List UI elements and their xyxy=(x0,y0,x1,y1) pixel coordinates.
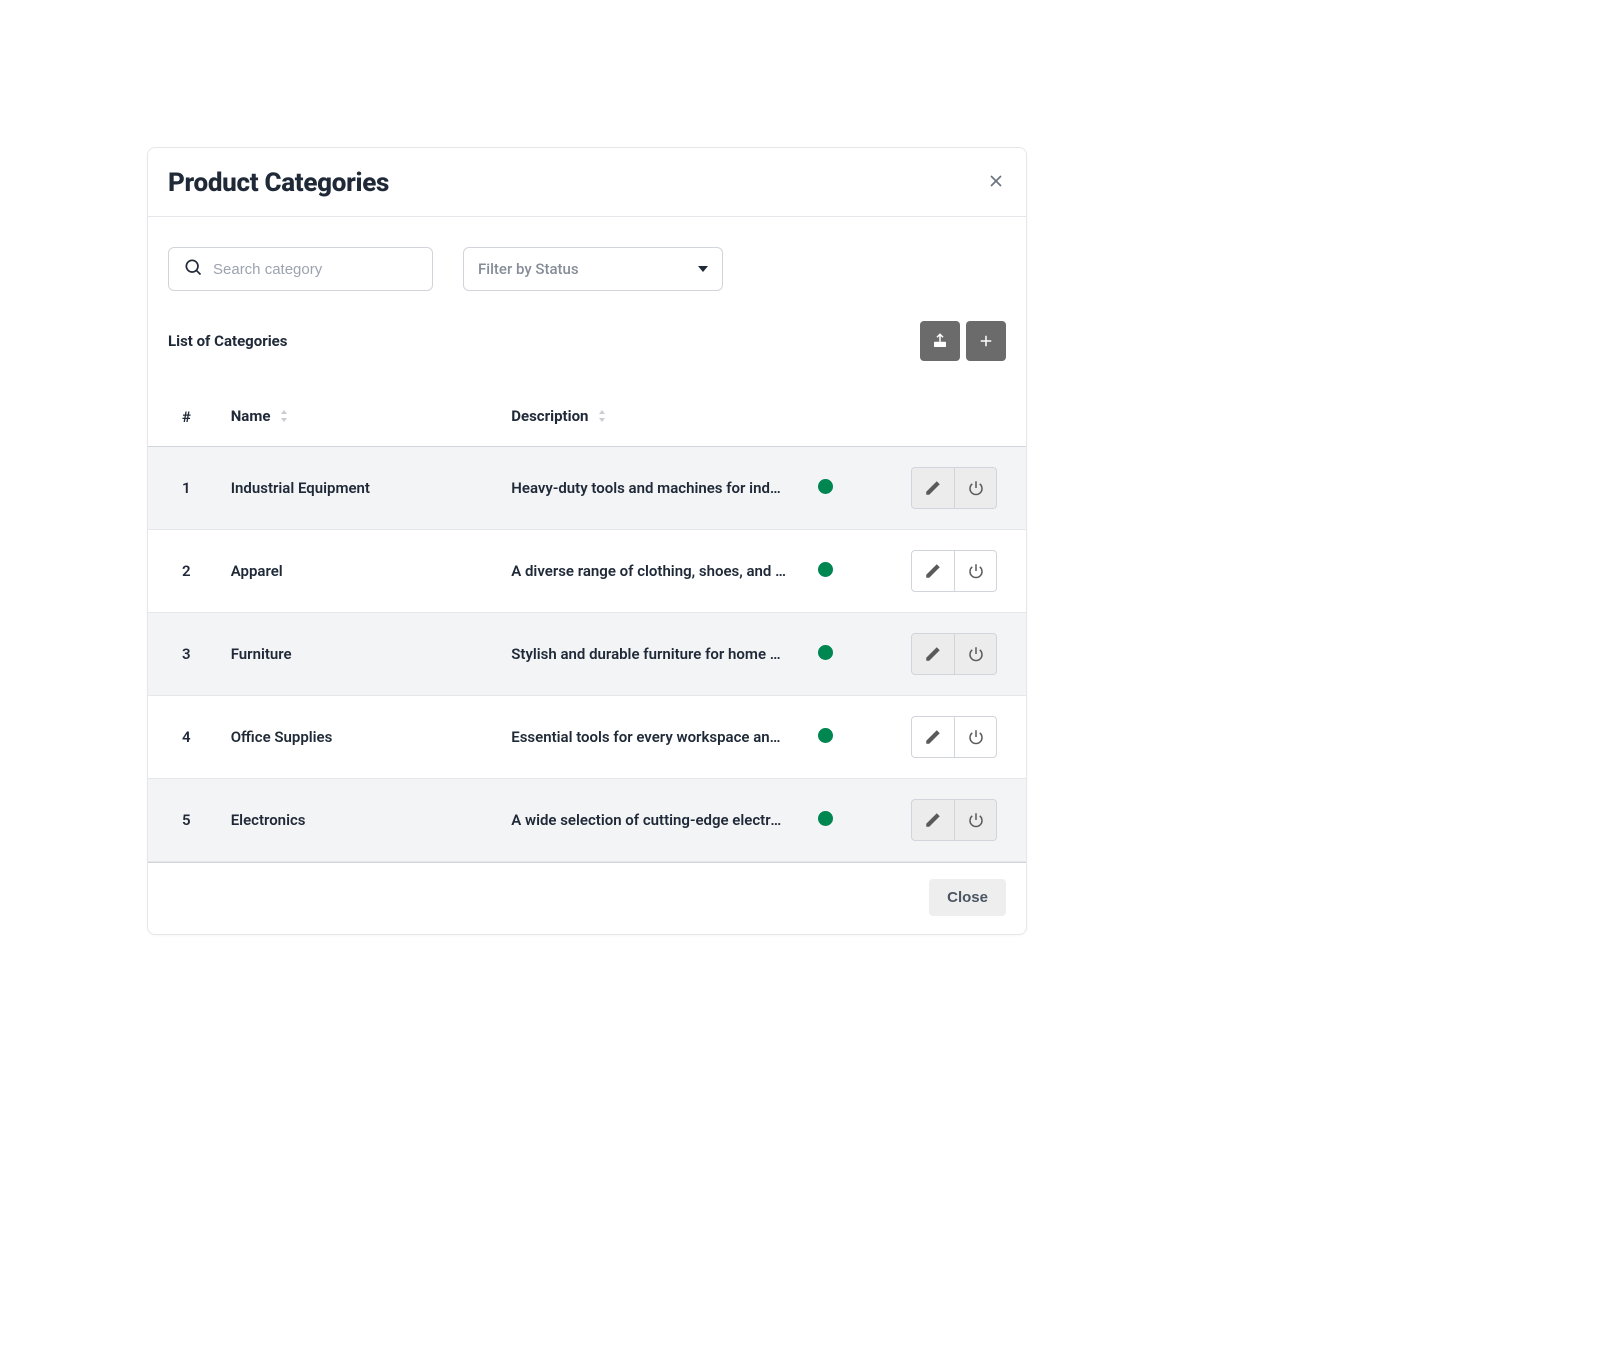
edit-button[interactable] xyxy=(912,634,954,674)
col-description[interactable]: Description xyxy=(501,393,808,447)
power-button[interactable] xyxy=(954,634,996,674)
cell-name: Furniture xyxy=(221,613,502,696)
cell-status xyxy=(808,447,902,530)
list-header: List of Categories xyxy=(148,309,1026,363)
cell-name: Industrial Equipment xyxy=(221,447,502,530)
sort-icon xyxy=(280,408,288,426)
row-actions xyxy=(911,716,997,758)
modal-footer: Close xyxy=(148,862,1026,934)
cell-index: 5 xyxy=(148,779,221,862)
cell-description: A wide selection of cutting-edge electro… xyxy=(501,779,808,862)
row-actions xyxy=(911,633,997,675)
edit-button[interactable] xyxy=(912,717,954,757)
cell-status xyxy=(808,613,902,696)
table-row: 5ElectronicsA wide selection of cutting-… xyxy=(148,779,1026,862)
cell-index: 2 xyxy=(148,530,221,613)
table-row: 3FurnitureStylish and durable furniture … xyxy=(148,613,1026,696)
cell-name: Apparel xyxy=(221,530,502,613)
controls-row: Filter by Status xyxy=(148,217,1026,309)
cell-name: Electronics xyxy=(221,779,502,862)
cell-actions xyxy=(901,447,1026,530)
cell-description: Stylish and durable furniture for home a… xyxy=(501,613,808,696)
categories-table: # Name Description 1Industrial Equipment xyxy=(148,393,1026,862)
modal-title: Product Categories xyxy=(168,168,389,198)
cell-actions xyxy=(901,779,1026,862)
cell-index: 1 xyxy=(148,447,221,530)
filter-by-status-select[interactable]: Filter by Status xyxy=(463,247,723,291)
upload-button[interactable] xyxy=(920,321,960,361)
cell-description: Essential tools for every workspace and … xyxy=(501,696,808,779)
status-active-icon xyxy=(818,562,833,577)
row-actions xyxy=(911,550,997,592)
cell-index: 4 xyxy=(148,696,221,779)
cell-status xyxy=(808,779,902,862)
row-actions xyxy=(911,467,997,509)
power-button[interactable] xyxy=(954,551,996,591)
status-active-icon xyxy=(818,811,833,826)
close-icon[interactable] xyxy=(986,171,1006,195)
col-name[interactable]: Name xyxy=(221,393,502,447)
power-button[interactable] xyxy=(954,717,996,757)
col-index: # xyxy=(148,393,221,447)
cell-name: Office Supplies xyxy=(221,696,502,779)
list-actions xyxy=(920,321,1006,361)
cell-actions xyxy=(901,613,1026,696)
status-active-icon xyxy=(818,728,833,743)
cell-description: Heavy-duty tools and machines for indust… xyxy=(501,447,808,530)
modal-header: Product Categories xyxy=(148,148,1026,217)
cell-description: A diverse range of clothing, shoes, and … xyxy=(501,530,808,613)
cell-status xyxy=(808,530,902,613)
table-row: 2ApparelA diverse range of clothing, sho… xyxy=(148,530,1026,613)
power-button[interactable] xyxy=(954,468,996,508)
cell-index: 3 xyxy=(148,613,221,696)
table-header-row: # Name Description xyxy=(148,393,1026,447)
sort-icon xyxy=(598,408,606,426)
status-active-icon xyxy=(818,479,833,494)
filter-placeholder: Filter by Status xyxy=(478,260,579,278)
list-title: List of Categories xyxy=(168,332,287,350)
search-icon xyxy=(183,257,213,281)
add-button[interactable] xyxy=(966,321,1006,361)
search-input[interactable] xyxy=(213,261,418,278)
table-row: 4Office SuppliesEssential tools for ever… xyxy=(148,696,1026,779)
row-actions xyxy=(911,799,997,841)
close-button[interactable]: Close xyxy=(929,879,1006,916)
search-field[interactable] xyxy=(168,247,433,291)
edit-button[interactable] xyxy=(912,468,954,508)
col-status xyxy=(808,393,902,447)
cell-status xyxy=(808,696,902,779)
cell-actions xyxy=(901,696,1026,779)
power-button[interactable] xyxy=(954,800,996,840)
chevron-down-icon xyxy=(698,266,708,272)
edit-button[interactable] xyxy=(912,551,954,591)
col-actions xyxy=(901,393,1026,447)
table-row: 1Industrial EquipmentHeavy-duty tools an… xyxy=(148,447,1026,530)
edit-button[interactable] xyxy=(912,800,954,840)
cell-actions xyxy=(901,530,1026,613)
product-categories-modal: Product Categories Filter by Status List… xyxy=(147,147,1027,935)
status-active-icon xyxy=(818,645,833,660)
